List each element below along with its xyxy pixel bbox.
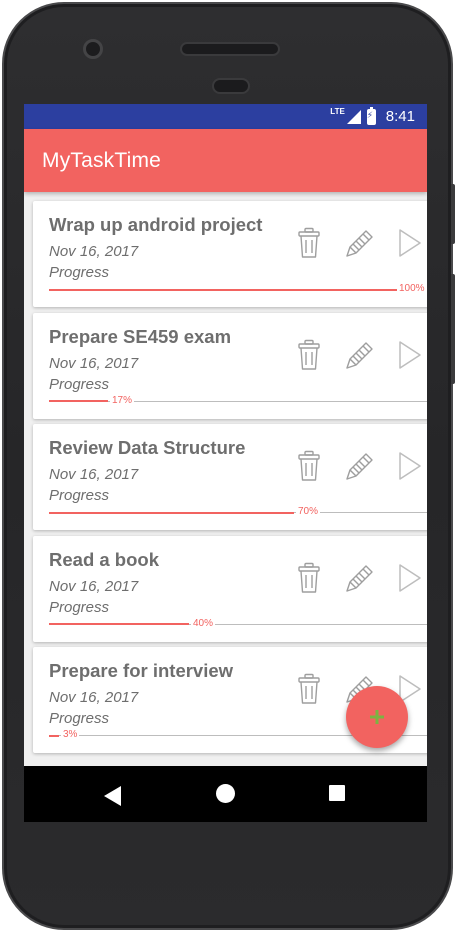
progress-bar: 17% xyxy=(49,395,427,406)
task-name: Prepare SE459 exam xyxy=(49,325,232,347)
progress-label: Progress xyxy=(49,375,110,393)
play-icon[interactable] xyxy=(397,339,423,371)
battery-icon xyxy=(366,106,376,125)
progress-percent: 40% xyxy=(191,617,216,629)
progress-fill xyxy=(49,288,397,291)
task-card[interactable]: Prepare SE459 exam Nov 16, 2017 Progress… xyxy=(33,312,427,419)
status-time: 8:41 xyxy=(385,108,415,125)
progress-fill xyxy=(49,400,108,402)
task-list: Wrap up android project Nov 16, 2017 Pro… xyxy=(24,192,427,753)
task-date: Nov 16, 2017 xyxy=(49,243,139,260)
progress-fill xyxy=(49,734,59,737)
task-card[interactable]: Read a book Nov 16, 2017 Progress 40% xyxy=(33,535,427,642)
back-icon[interactable] xyxy=(104,786,122,806)
trash-icon[interactable] xyxy=(297,562,321,594)
app-title: MyTaskTime xyxy=(42,148,162,172)
play-icon[interactable] xyxy=(397,562,423,594)
volume-button xyxy=(451,274,455,384)
pencil-icon[interactable] xyxy=(344,562,376,594)
progress-fill xyxy=(49,511,294,514)
progress-percent: 70% xyxy=(296,506,321,517)
trash-icon[interactable] xyxy=(297,227,321,259)
trash-icon[interactable] xyxy=(297,450,321,482)
recent-apps-icon[interactable] xyxy=(329,785,345,801)
task-name: Review Data Structure xyxy=(49,437,246,458)
play-icon[interactable] xyxy=(397,227,423,259)
task-name: Read a book xyxy=(49,548,159,570)
progress-percent: 17% xyxy=(110,394,135,406)
navigation-bar xyxy=(24,766,427,822)
plus-icon xyxy=(370,710,384,724)
add-task-button[interactable] xyxy=(346,686,408,748)
status-bar: LTE 8:41 xyxy=(24,104,427,129)
task-card[interactable]: Wrap up android project Nov 16, 2017 Pro… xyxy=(33,201,427,307)
task-date: Nov 16, 2017 xyxy=(49,577,139,595)
progress-label: Progress xyxy=(49,598,110,616)
task-date: Nov 16, 2017 xyxy=(49,689,139,706)
progress-bar: 40% xyxy=(49,618,427,629)
front-camera xyxy=(83,39,103,59)
power-button xyxy=(451,184,455,244)
progress-label: Progress xyxy=(49,487,110,504)
pencil-icon[interactable] xyxy=(344,339,376,371)
task-card[interactable]: Review Data Structure Nov 16, 2017 Progr… xyxy=(33,424,427,530)
progress-percent: 100% xyxy=(397,283,427,294)
network-type: LTE xyxy=(330,107,345,116)
signal-icon xyxy=(346,109,361,124)
trash-icon[interactable] xyxy=(297,673,321,705)
pencil-icon[interactable] xyxy=(344,450,376,482)
progress-percent: 3% xyxy=(61,729,80,740)
device-screen: LTE 8:41 MyTaskTime Wrap up android proj… xyxy=(24,104,427,822)
earpiece-speaker xyxy=(180,42,280,56)
progress-bar: 100% xyxy=(49,284,427,294)
pencil-icon[interactable] xyxy=(344,227,376,259)
home-icon[interactable] xyxy=(216,784,235,803)
app-bar: MyTaskTime xyxy=(24,129,427,192)
progress-fill xyxy=(49,623,189,625)
task-date: Nov 16, 2017 xyxy=(49,466,139,483)
play-icon[interactable] xyxy=(397,450,423,482)
task-name: Wrap up android project xyxy=(49,214,263,235)
proximity-sensor xyxy=(212,78,250,94)
progress-bar: 70% xyxy=(49,507,427,517)
task-date: Nov 16, 2017 xyxy=(49,354,139,372)
progress-label: Progress xyxy=(49,264,110,281)
task-name: Prepare for interview xyxy=(49,660,234,681)
trash-icon[interactable] xyxy=(297,339,321,371)
progress-label: Progress xyxy=(49,710,110,727)
